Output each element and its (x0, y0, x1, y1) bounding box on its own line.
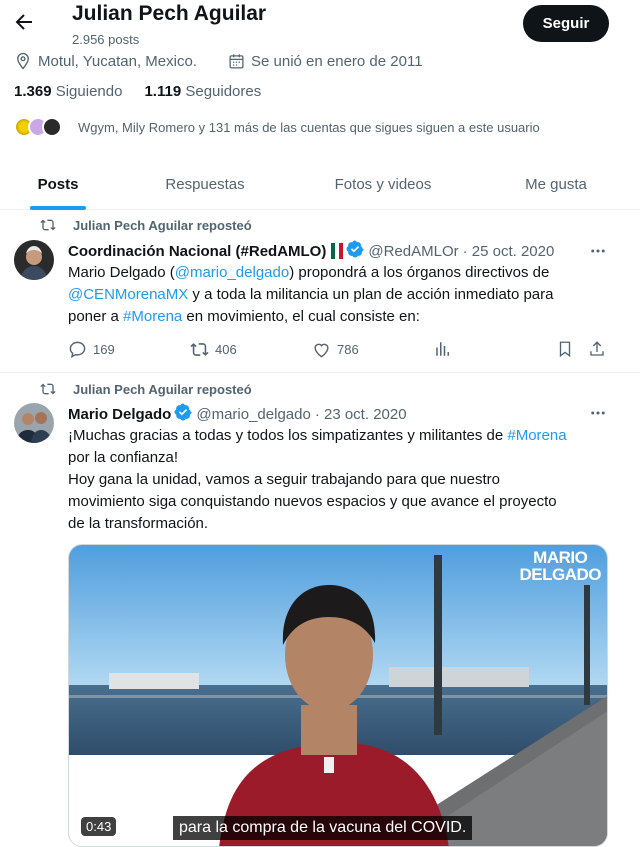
following-count: 1.369 (14, 83, 52, 100)
repost-icon (190, 342, 209, 356)
video-duration: 0:43 (81, 817, 117, 836)
bookmark-button[interactable] (556, 340, 574, 358)
follow-button[interactable]: Seguir (523, 5, 609, 42)
post-date[interactable]: · 23 oct. 2020 (315, 406, 407, 423)
following-link[interactable]: 1.369 Siguiendo (14, 83, 122, 100)
following-label: Siguiendo (55, 83, 123, 100)
profile-tabs: Posts Respuestas Fotos y videos Me gusta (0, 160, 640, 210)
share-button[interactable] (588, 340, 606, 358)
post-text-line: Mario Delgado (@mario_delgado) propondrá… (68, 262, 616, 284)
hashtag-link[interactable]: #Morena (507, 427, 566, 444)
mexico-flag-icon (331, 243, 344, 259)
video-brand-watermark: MARIO DELGADO (520, 549, 602, 583)
text-segment: y a toda la militancia un plan de acción… (188, 286, 554, 303)
video-player[interactable]: MARIO DELGADO 0:43 para la compra de la … (68, 544, 608, 847)
post-text-line: Hoy gana la unidad, vamos a seguir traba… (68, 471, 500, 488)
post-text: ¡Muchas gracias a todas y todos los simp… (68, 425, 616, 535)
bookmark-icon (559, 341, 571, 358)
calendar-icon (229, 53, 244, 69)
post-actions: 169 406 786 (68, 339, 612, 359)
analytics-icon (436, 342, 449, 356)
divider (0, 372, 640, 373)
more-options-icon[interactable] (586, 401, 610, 425)
post-text-line: por la confianza! (68, 449, 179, 466)
post-header: Mario Delgado @mario_delgado · 23 oct. 2… (68, 403, 407, 425)
hashtag-link[interactable]: #Morena (123, 308, 182, 325)
repost-count: 406 (215, 341, 237, 357)
back-arrow-icon[interactable] (12, 10, 36, 34)
avatar[interactable] (14, 240, 54, 280)
posts-count: 2.956 posts (72, 32, 140, 47)
repost-label: Julian Pech Aguilar reposteó (73, 381, 252, 397)
repost-label: Julian Pech Aguilar reposteó (73, 217, 252, 233)
text-segment: ¡Muchas gracias a todas y todos los simp… (68, 427, 508, 444)
join-date: Se unió en enero de 2011 (228, 50, 423, 72)
post-text-line: movimiento siga conquistando nuevos espa… (68, 493, 557, 510)
video-caption: para la compra de la vacuna del COVID. (173, 816, 473, 840)
repost-icon (40, 383, 56, 395)
tab-posts[interactable]: Posts (0, 160, 116, 209)
author-handle[interactable]: @mario_delgado (196, 406, 310, 423)
post-date[interactable]: · 25 oct. 2020 (463, 243, 555, 260)
views-button[interactable] (434, 340, 452, 358)
followers-link[interactable]: 1.119 Seguidores (144, 83, 261, 100)
author-handle[interactable]: @RedAMLOr (368, 243, 458, 260)
followers-you-know-text: Wgym, Mily Romero y 131 más de las cuent… (78, 119, 540, 135)
avatar[interactable] (14, 403, 54, 443)
like-count: 786 (337, 341, 359, 357)
share-icon (590, 341, 604, 356)
text-segment: ) propondrá a los órganos directivos de (289, 264, 550, 281)
verified-badge-icon (174, 403, 192, 425)
avatar (42, 117, 62, 137)
post-text-line: @CENMorenaMX y a toda la militancia un p… (68, 284, 616, 306)
profile-name-header: Julian Pech Aguilar (72, 2, 267, 25)
text-segment: poner a (68, 308, 124, 325)
reply-count: 169 (93, 341, 115, 357)
author-name[interactable]: Mario Delgado (68, 406, 171, 423)
text-segment: en movimiento, el cual consiste en: (182, 308, 420, 325)
followers-label: Seguidores (185, 83, 262, 100)
text-segment: Mario Delgado ( (68, 264, 175, 281)
followers-count: 1.119 (144, 83, 182, 100)
join-date-text: Se unió en enero de 2011 (251, 52, 423, 70)
post-text-line: de la transformación. (68, 515, 209, 532)
tab-media[interactable]: Fotos y videos (294, 160, 472, 209)
mention-link[interactable]: @mario_delgado (175, 264, 289, 281)
repost-button[interactable]: 406 (190, 340, 237, 359)
author-name[interactable]: Coordinación Nacional (#RedAMLO) (68, 243, 326, 260)
post-header: Coordinación Nacional (#RedAMLO) @RedAML… (68, 240, 612, 262)
mention-link[interactable]: @CENMorenaMX (68, 286, 188, 303)
verified-badge-icon (346, 240, 364, 262)
repost-indicator: Julian Pech Aguilar reposteó (40, 217, 252, 233)
location-text: Motul, Yucatan, Mexico. (38, 52, 197, 70)
tab-likes[interactable]: Me gusta (472, 160, 640, 209)
brand-line: MARIO (533, 548, 588, 567)
brand-line: DELGADO (519, 565, 602, 584)
tab-replies[interactable]: Respuestas (116, 160, 294, 209)
location: Motul, Yucatan, Mexico. (14, 50, 197, 72)
location-pin-icon (17, 52, 29, 70)
reply-icon (69, 341, 86, 358)
heart-icon (314, 343, 329, 357)
video-frame (69, 545, 607, 846)
followers-you-know[interactable]: Wgym, Mily Romero y 131 más de las cuent… (14, 116, 540, 138)
post-text-line: poner a #Morena en movimiento, el cual c… (68, 306, 616, 328)
repost-icon (40, 219, 56, 231)
follow-stats: 1.369 Siguiendo 1.119 Seguidores (14, 83, 261, 100)
repost-indicator: Julian Pech Aguilar reposteó (40, 381, 252, 397)
follower-avatars (14, 117, 62, 137)
post-text: Mario Delgado (@mario_delgado) propondrá… (68, 262, 616, 328)
like-button[interactable]: 786 (312, 340, 359, 359)
more-options-icon[interactable] (586, 239, 610, 263)
post-text-line: ¡Muchas gracias a todas y todos los simp… (68, 425, 616, 447)
reply-button[interactable]: 169 (68, 340, 115, 359)
